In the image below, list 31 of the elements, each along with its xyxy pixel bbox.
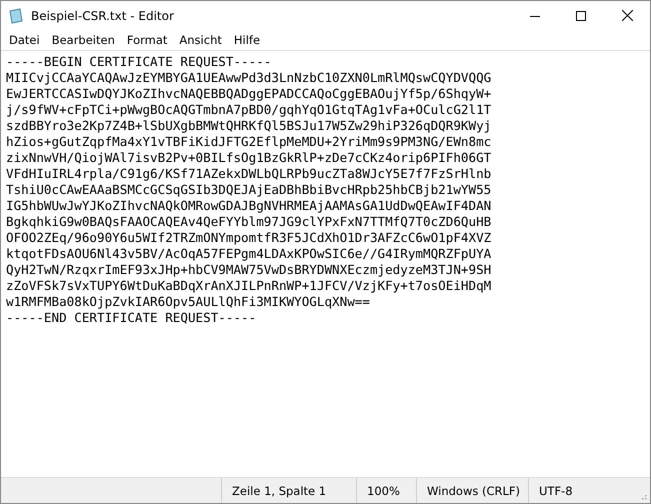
close-icon (622, 10, 632, 21)
window-title: Beispiel-CSR.txt - Editor (31, 8, 174, 22)
text-line: QyH2TwN/RzqxrImEF93xJHp+hbCV9MAW75VwDsBRYDWNXEczmjedyzeM3TJN+9SH (6, 262, 492, 278)
text-line: BgkqhkiG9w0BAQsFAAOCAQEAv4QeFYYblm97JG9clYPxFxN7TTMfQ7T0cZD6QuHB (6, 214, 492, 230)
menu-item[interactable]: Ansicht (173, 33, 228, 47)
text-line: -----BEGIN CERTIFICATE REQUEST----- (6, 54, 272, 70)
status-text: UTF-8 (528, 478, 633, 503)
text-line: hZios+gGutZqpfMa4xY1vTBFiKidJFTG2EflpMeMDU+2YriMm9s9PM3NG/EWn8mc (6, 134, 492, 150)
notepad-icon (8, 8, 24, 24)
text-line: -----END CERTIFICATE REQUEST----- (6, 310, 258, 326)
text-line: TshiU0cCAwEAAaBSMCcGCSqGSIb3DQEJAjEaDBhBbiBvcHRpb25hbCBjb21wYW55 (6, 182, 492, 198)
menu-item[interactable]: Bearbeiten (46, 33, 121, 47)
menu-item[interactable]: Format (120, 33, 174, 47)
text-line: szdBBYro3e2Kp7Z4B+lSbUXgbBMWtQHRKfQl5BSJu17W5Zw29hiP326qDQR9KWyj (6, 118, 492, 134)
text-line: w1RMFMBa08kOjpZvkIAR6Opv5AULlQhFi3MIKWYOGLqXNw== (6, 294, 371, 310)
menu-item[interactable]: Hilfe (228, 33, 266, 47)
text-line: ktqotFDsAOU6Nl43v5BV/AcOqA57FEPgm4LDAxKPOwSIC6e//G4IRymMQRZFpUYA (6, 246, 492, 262)
text-line: OFOO2ZEq/96o90Y6u5WIf2TRZmONYmpomtfR3F5JCdXhO1Dr3AFZcC6wO1pF4XVZ (6, 230, 492, 246)
text-line: VFdHIuIRL4rpla/C91g6/KSf71AZekxDWLbQLRPb9ucZTa8WJcY5E7f7FzSrHlnb (6, 166, 492, 182)
status-text: 100% (356, 478, 416, 503)
maximize-icon (576, 10, 586, 20)
status-text: Windows (CRLF) (416, 478, 528, 503)
resize-grip-icon (639, 492, 647, 500)
text-line: zixNnwVH/QiojWAl7isvB2Pv+0BILfsOg1BzGkRlP+zDe7cCKz4orip6PIFh06GT (6, 150, 492, 166)
status-text: Zeile 1, Spalte 1 (221, 478, 356, 503)
text-line: j/s9fWV+cFpTCi+pWwgBOcAQGTmbnA7pBD0/gqhYqO1GtqTAg1vFa+OCulcG2l1T (6, 102, 492, 118)
text-line: MIICvjCCAaYCAQAwJzEYMBYGA1UEAwwPd3d3LnNzbC10ZXN0LmRlMQswCQYDVQQG (6, 70, 492, 86)
menu-item[interactable]: Datei (3, 33, 46, 47)
text-line: zZoVFSk7sVxTUPY6WtDuKaBDqXrAnXJILPnRnWP+1JFCV/VzjKFy+t7osOEiHDqM (6, 278, 492, 294)
text-line: EwJERTCCASIwDQYJKoZIhvcNAQEBBQADggEPADCCAQoCggEBAOujYf5p/6ShqyW+ (6, 86, 492, 102)
text-line: IG5hbWUwJwYJKoZIhvcNAQkOMRowGDAJBgNVHRMEAjAAMAsGA1UdDwQEAwIF4DAN (6, 198, 492, 214)
